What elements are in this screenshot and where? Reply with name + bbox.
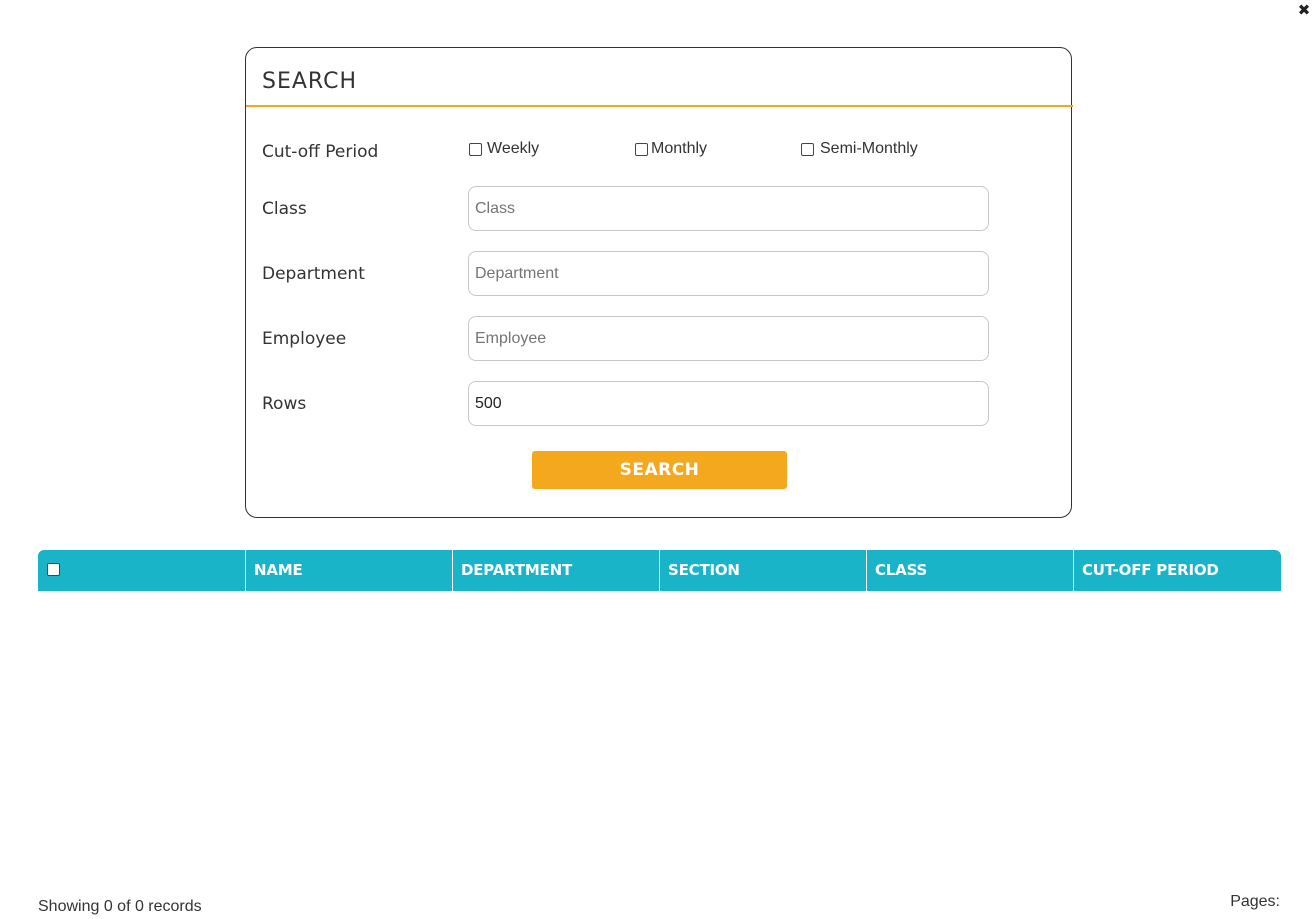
search-panel: SEARCH Cut-off Period Weekly Monthly Sem… [245, 47, 1073, 518]
department-input[interactable] [468, 251, 989, 296]
employee-input[interactable] [468, 316, 989, 361]
column-header-section[interactable]: SECTION [659, 550, 866, 591]
column-header-class[interactable]: CLASS [866, 550, 1073, 591]
semi-monthly-option[interactable]: Semi-Monthly [801, 140, 918, 158]
column-header-name[interactable]: NAME [245, 550, 452, 591]
weekly-checkbox[interactable] [469, 142, 482, 156]
column-header-department[interactable]: DEPARTMENT [452, 550, 659, 591]
rows-input[interactable] [468, 381, 989, 426]
employee-label: Employee [262, 329, 347, 349]
monthly-checkbox[interactable] [635, 142, 648, 156]
search-button[interactable]: SEARCH [532, 451, 787, 489]
select-all-checkbox[interactable] [47, 562, 60, 576]
monthly-label: Monthly [651, 140, 708, 157]
monthly-option[interactable]: Monthly [635, 140, 707, 158]
select-all-cell [38, 550, 245, 591]
cutoff-period-label: Cut-off Period [262, 142, 379, 162]
class-input[interactable] [468, 186, 989, 231]
rows-label: Rows [262, 394, 307, 414]
semi-monthly-label: Semi-Monthly [820, 140, 918, 157]
weekly-option[interactable]: Weekly [469, 140, 539, 158]
column-header-cutoff-period[interactable]: CUT-OFF PERIOD [1073, 550, 1281, 591]
close-icon[interactable]: ✖ [1296, 2, 1312, 18]
department-label: Department [262, 264, 365, 284]
panel-title: SEARCH [262, 69, 358, 94]
weekly-label: Weekly [487, 140, 540, 157]
semi-monthly-checkbox[interactable] [801, 142, 814, 156]
records-count: Showing 0 of 0 records [38, 898, 202, 915]
title-divider [246, 105, 1073, 107]
pagination-label: Pages: [1230, 893, 1280, 910]
class-label: Class [262, 199, 307, 219]
results-table-header: NAME DEPARTMENT SECTION CLASS CUT-OFF PE… [38, 550, 1281, 591]
